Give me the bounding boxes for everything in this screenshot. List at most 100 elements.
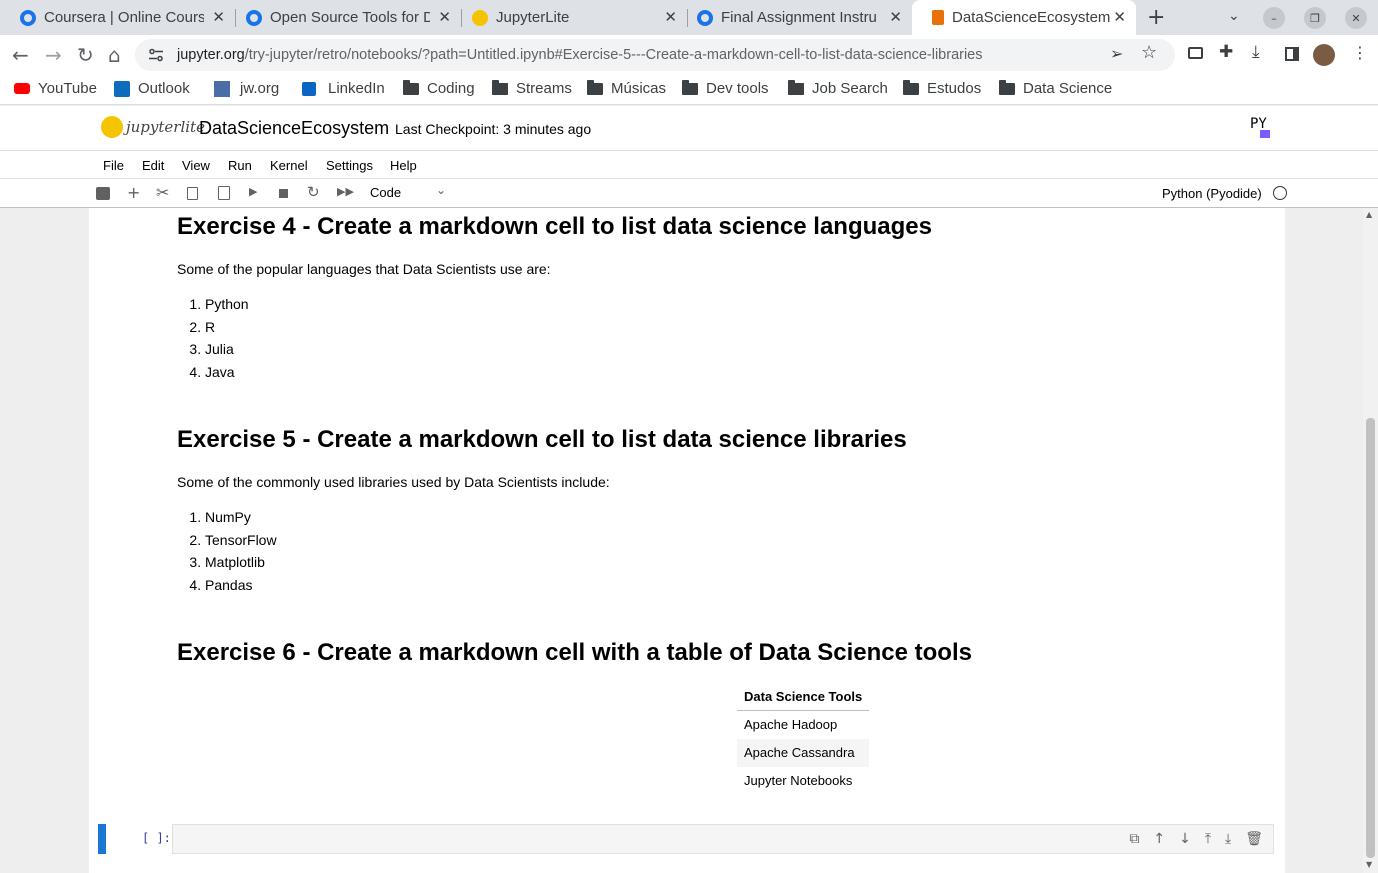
run-icon[interactable]: ▶ xyxy=(249,185,257,198)
bookmark-youtube[interactable]: YouTube xyxy=(14,80,97,97)
bookmark-label: jw.org xyxy=(240,80,280,97)
chevron-down-icon: ⌄ xyxy=(436,183,447,197)
menu-view[interactable]: View xyxy=(182,158,210,173)
exercise-4-intro: Some of the popular languages that Data … xyxy=(177,261,551,277)
kernel-name[interactable]: Python (Pyodide) xyxy=(1162,186,1262,201)
bookmark-label: Outlook xyxy=(138,80,190,97)
minimize-icon[interactable]: – xyxy=(1263,7,1285,29)
copy-icon[interactable] xyxy=(187,187,198,200)
pyodide-logo: PY xyxy=(1250,117,1270,138)
close-icon[interactable]: ✕ xyxy=(1113,8,1126,26)
tab-search-chevron-icon[interactable]: ⌄ xyxy=(1228,8,1240,24)
scroll-down-icon[interactable]: ▼ xyxy=(1366,860,1372,869)
list-item: R xyxy=(205,317,249,340)
table-header: Data Science Tools xyxy=(737,683,870,711)
bookmark-star-icon[interactable]: ☆ xyxy=(1141,42,1157,63)
address-bar[interactable]: jupyter.org/try-jupyter/retro/notebooks/… xyxy=(135,39,1175,71)
new-tab-icon[interactable]: + xyxy=(1147,5,1165,30)
outlook-icon xyxy=(114,80,130,97)
table-row: Apache Hadoop xyxy=(737,711,869,739)
menu-run[interactable]: Run xyxy=(228,158,252,173)
tab-coursera[interactable]: Coursera | Online Cours ✕ xyxy=(0,0,235,35)
bookmark-label: Streams xyxy=(516,80,572,97)
list-item: TensorFlow xyxy=(205,530,277,553)
browser-menu-icon[interactable]: ⋮ xyxy=(1352,43,1368,62)
menu-help[interactable]: Help xyxy=(390,158,417,173)
cast-icon[interactable] xyxy=(1188,47,1203,59)
bookmark-musicas[interactable]: Músicas xyxy=(587,79,666,97)
profile-avatar[interactable] xyxy=(1313,44,1335,66)
insert-above-icon[interactable]: ⤒ xyxy=(1205,831,1211,847)
insert-cell-icon[interactable]: + xyxy=(127,183,140,202)
url-path: /try-jupyter/retro/notebooks/?path=Untit… xyxy=(244,47,983,63)
bookmark-streams[interactable]: Streams xyxy=(492,79,572,97)
move-up-icon[interactable]: ↑ xyxy=(1153,831,1165,847)
cut-icon[interactable]: ✂ xyxy=(156,183,169,202)
page-scrollbar[interactable]: ▲ ▼ xyxy=(1363,208,1378,873)
browser-tab-bar: Coursera | Online Cours ✕ Open Source To… xyxy=(0,0,1378,35)
bookmark-jworg[interactable]: jw.org xyxy=(214,80,279,97)
close-icon[interactable]: ✕ xyxy=(212,8,225,26)
home-icon[interactable]: ⌂ xyxy=(108,43,121,67)
scrollbar-thumb[interactable] xyxy=(1366,418,1375,858)
code-input[interactable]: ⧉ ↑ ↓ ⤒ ⤓ 🗑 xyxy=(172,824,1274,854)
insert-below-icon[interactable]: ⤓ xyxy=(1225,831,1231,847)
reload-icon[interactable]: ↻ xyxy=(77,43,94,67)
menu-settings[interactable]: Settings xyxy=(326,158,373,173)
bookmark-job-search[interactable]: Job Search xyxy=(788,79,888,97)
side-panel-icon[interactable] xyxy=(1285,47,1299,61)
move-down-icon[interactable]: ↓ xyxy=(1179,831,1191,847)
bookmark-linkedin[interactable]: LinkedIn xyxy=(302,80,385,97)
forward-arrow-icon[interactable]: → xyxy=(45,43,62,67)
download-icon[interactable]: ⤓ xyxy=(1252,42,1260,62)
jw-icon xyxy=(214,80,230,97)
folder-icon xyxy=(788,79,804,95)
bookmark-estudos[interactable]: Estudos xyxy=(903,79,982,97)
tab-jupyterlite[interactable]: JupyterLite ✕ xyxy=(452,0,687,35)
window-close-icon[interactable]: ✕ xyxy=(1345,7,1367,29)
menu-file[interactable]: File xyxy=(103,158,124,173)
menu-edit[interactable]: Edit xyxy=(142,158,164,173)
restart-icon[interactable]: ↻ xyxy=(307,183,320,201)
table-header-row: Data Science Tools xyxy=(737,683,870,711)
duplicate-cell-icon[interactable]: ⧉ xyxy=(1129,831,1139,847)
menu-kernel[interactable]: Kernel xyxy=(270,158,308,173)
jupyterlite-logo[interactable]: jupyterlite xyxy=(101,116,205,138)
kernel-status-idle-icon xyxy=(1273,186,1287,200)
tab-datascienceecosystem[interactable]: DataScienceEcosystem ✕ xyxy=(912,0,1136,35)
bookmark-outlook[interactable]: Outlook xyxy=(114,80,190,97)
send-icon[interactable]: ➢ xyxy=(1110,44,1123,63)
save-icon[interactable] xyxy=(96,187,110,200)
list-item: Java xyxy=(205,362,249,385)
bookmark-label: Data Science xyxy=(1023,80,1113,97)
restart-run-all-icon[interactable]: ▶▶ xyxy=(337,185,354,198)
paste-icon[interactable] xyxy=(218,186,230,200)
tab-final-assignment[interactable]: Final Assignment Instru ✕ xyxy=(677,0,912,35)
tab-open-source-tools[interactable]: Open Source Tools for D ✕ xyxy=(226,0,461,35)
notebook-title[interactable]: DataScienceEcosystem xyxy=(199,118,389,139)
close-icon[interactable]: ✕ xyxy=(438,8,451,26)
list-item: Matplotlib xyxy=(205,552,277,575)
notebook-panel: Exercise 4 - Create a markdown cell to l… xyxy=(89,208,1285,873)
bookmark-coding[interactable]: Coding xyxy=(403,79,475,97)
close-icon[interactable]: ✕ xyxy=(664,8,677,26)
folder-icon xyxy=(403,79,419,95)
bookmark-label: Estudos xyxy=(927,80,982,97)
list-item: NumPy xyxy=(205,507,277,530)
stop-icon[interactable] xyxy=(279,189,288,198)
site-settings-icon[interactable] xyxy=(149,48,163,62)
restore-icon[interactable]: ❐ xyxy=(1304,7,1326,29)
close-icon[interactable]: ✕ xyxy=(889,8,902,26)
extensions-icon[interactable]: ✚ xyxy=(1219,42,1233,62)
bookmark-dev-tools[interactable]: Dev tools xyxy=(682,79,769,97)
cell-type-select[interactable]: Code ⌄ xyxy=(370,183,446,200)
tab-title: DataScienceEcosystem xyxy=(952,9,1111,26)
active-code-cell[interactable]: [ ]: ⧉ ↑ ↓ ⤒ ⤓ 🗑 xyxy=(98,824,1274,854)
bookmark-data-science[interactable]: Data Science xyxy=(999,79,1113,97)
browser-toolbar: ← → ↻ ⌂ jupyter.org/try-jupyter/retro/no… xyxy=(0,35,1378,75)
delete-cell-icon[interactable]: 🗑 xyxy=(1245,831,1263,847)
folder-icon xyxy=(587,79,603,95)
back-arrow-icon[interactable]: ← xyxy=(12,43,29,67)
youtube-icon xyxy=(14,83,30,94)
scroll-up-icon[interactable]: ▲ xyxy=(1366,210,1372,219)
